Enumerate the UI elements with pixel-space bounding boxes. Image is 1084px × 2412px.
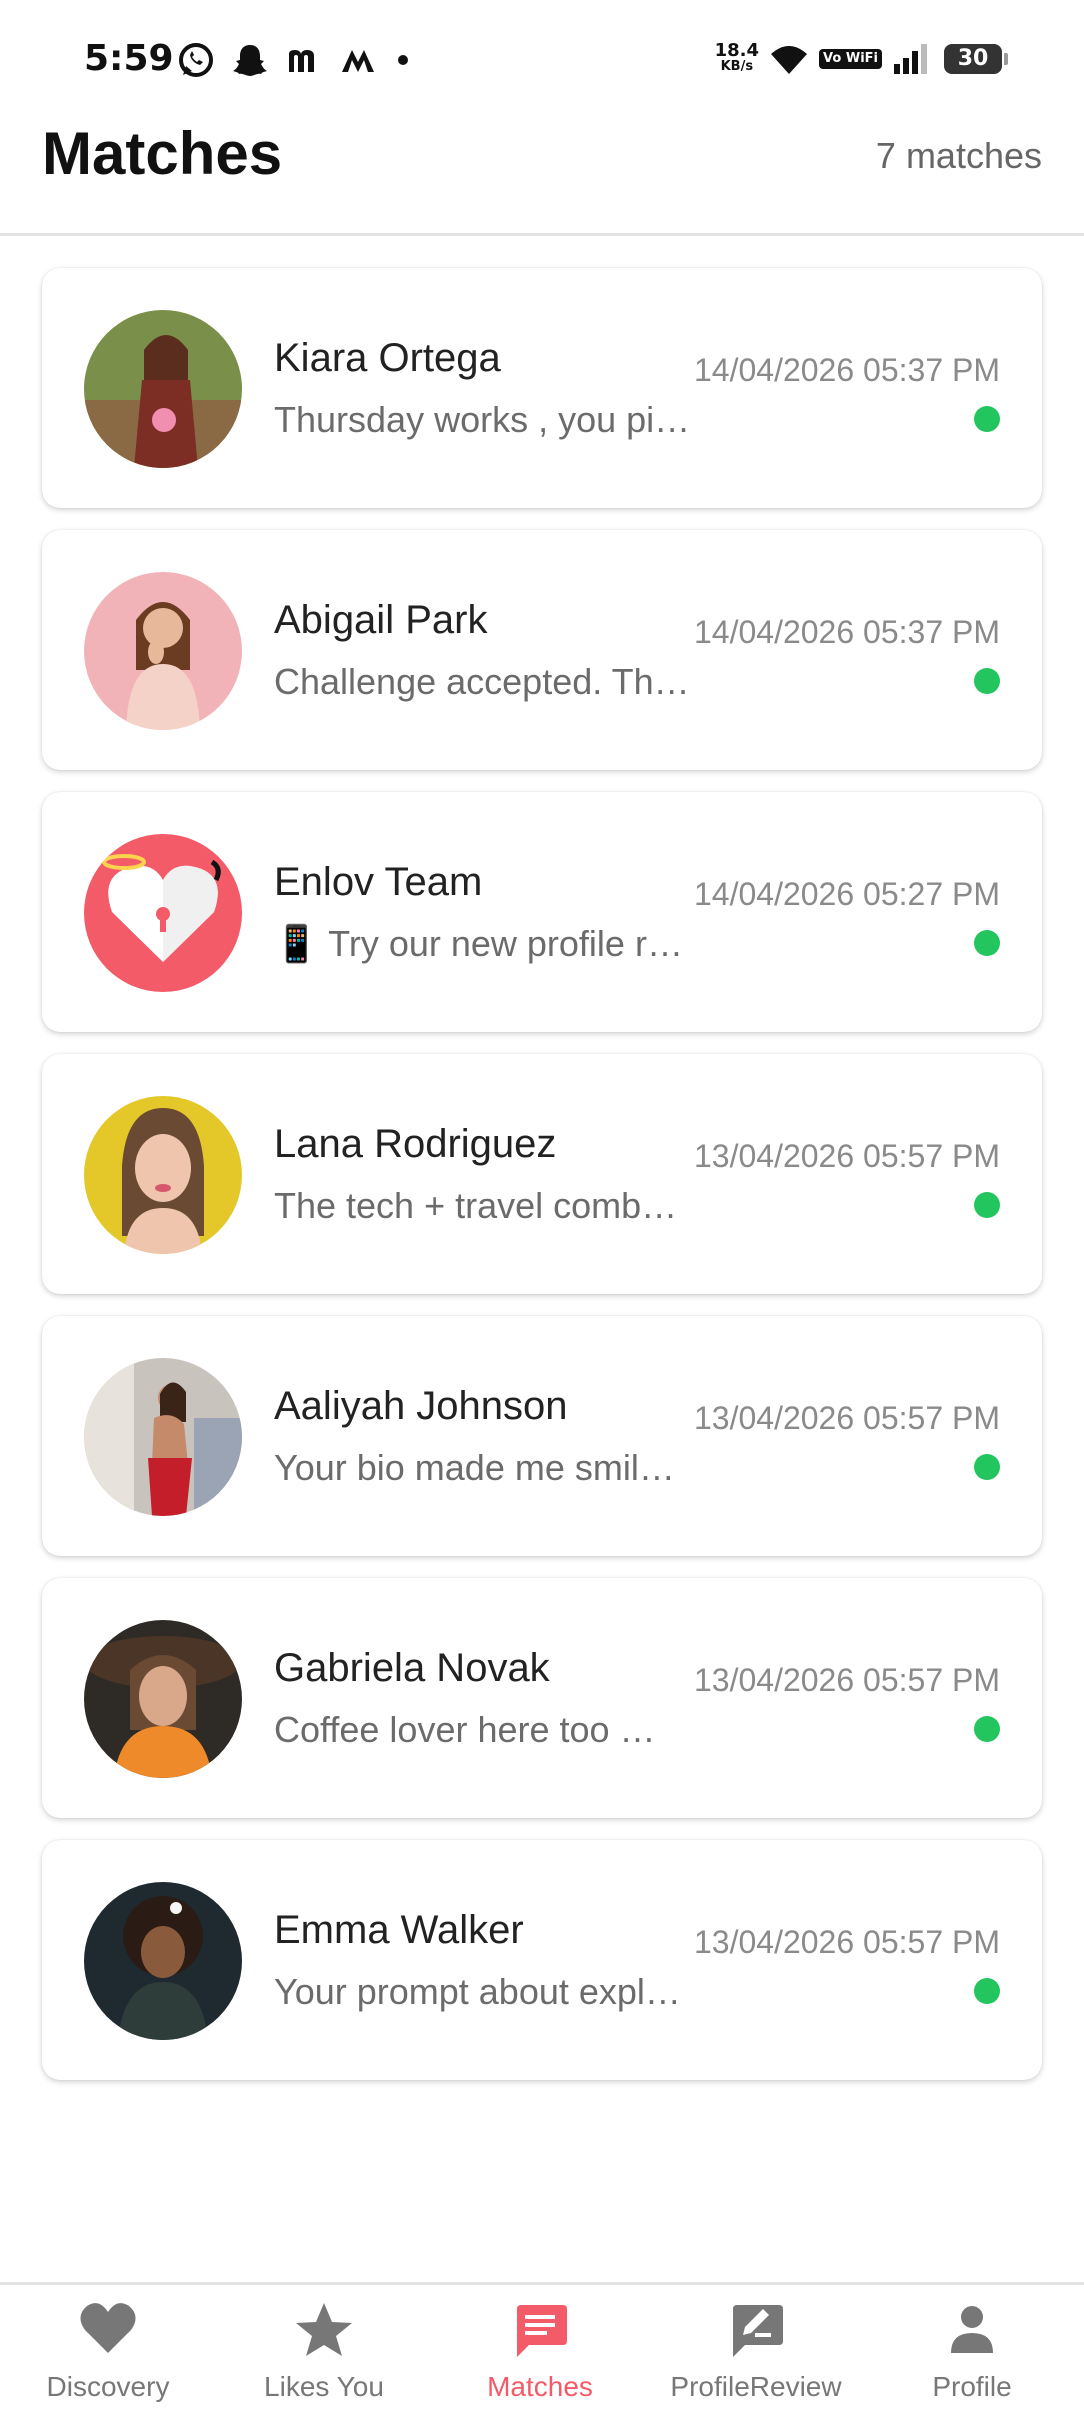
match-card-gabriela-novak[interactable]: Gabriela Novak Coffee lover here too … 1… <box>42 1578 1042 1818</box>
network-speed-unit: KB/s <box>720 59 754 74</box>
message-preview: Thursday works , you pi… <box>274 399 691 440</box>
avatar[interactable] <box>84 1620 242 1778</box>
online-status-dot <box>974 1192 1000 1218</box>
whatsapp-icon <box>179 43 213 77</box>
message-preview: Your bio made me smil… <box>274 1447 675 1488</box>
match-card-aaliyah-johnson[interactable]: Aaliyah Johnson Your bio made me smil… 1… <box>42 1316 1042 1556</box>
nav-item-discovery[interactable]: Discovery <box>0 2299 216 2409</box>
match-name: Kiara Ortega <box>274 336 501 380</box>
wifi-icon <box>771 46 808 74</box>
online-status-dot <box>974 930 1000 956</box>
message-preview: 📱 Try our new profile r… <box>274 923 683 964</box>
online-status-dot <box>974 406 1000 432</box>
vowifi-badge: Vo WiFi <box>819 49 882 69</box>
nav-item-profile[interactable]: Profile <box>864 2299 1080 2409</box>
page-header: Matches 7 matches <box>0 120 1084 236</box>
m-app-icon <box>289 50 314 72</box>
heart-icon <box>80 2303 136 2353</box>
nav-label: Matches <box>487 2371 593 2402</box>
nav-label: Profile <box>932 2371 1012 2402</box>
chat-icon <box>517 2305 567 2357</box>
online-status-dot <box>974 1978 1000 2004</box>
online-status-dot <box>974 1454 1000 1480</box>
bottom-navigation: Discovery Likes You Matches ProfileRevie… <box>0 2282 1084 2412</box>
network-speed-value: 18.4 <box>714 40 760 61</box>
avatar[interactable] <box>84 310 242 468</box>
message-time: 14/04/2026 05:37 PM <box>693 614 1000 650</box>
match-count: 7 matches <box>875 135 1042 176</box>
match-list: Kiara Ortega Thursday works , you pi… 14… <box>42 268 1042 2102</box>
avatar[interactable] <box>84 1882 242 2040</box>
system-icons: 18.4 KB/s Vo WiFi 30 <box>714 40 1008 76</box>
message-time: 13/04/2026 05:57 PM <box>693 1662 1000 1698</box>
avatar[interactable] <box>84 1358 242 1516</box>
more-notifications-dot <box>398 55 408 65</box>
match-name: Abigail Park <box>274 598 488 642</box>
match-card-kiara-ortega[interactable]: Kiara Ortega Thursday works , you pi… 14… <box>42 268 1042 508</box>
signal-icon <box>894 44 927 74</box>
notification-icons <box>176 40 408 80</box>
message-preview: Your prompt about expl… <box>274 1971 681 2012</box>
nav-label: Discovery <box>46 2371 170 2402</box>
avatar[interactable] <box>84 834 242 992</box>
nav-item-likes-you[interactable]: Likes You <box>216 2299 432 2409</box>
matches-screen: 5:59 18.4 KB/s Vo WiFi 30 Matches 7 matc… <box>0 0 1084 2412</box>
battery-indicator: 30 <box>944 44 1008 74</box>
match-card-emma-walker[interactable]: Emma Walker Your prompt about expl… 13/0… <box>42 1840 1042 2080</box>
avatar[interactable] <box>84 1096 242 1254</box>
message-preview: The tech + travel comb… <box>274 1185 678 1226</box>
avatar[interactable] <box>84 572 242 730</box>
message-time: 13/04/2026 05:57 PM <box>693 1400 1000 1436</box>
nav-label: Likes You <box>264 2371 384 2402</box>
person-icon <box>951 2306 993 2353</box>
message-preview: Challenge accepted. Th… <box>274 661 690 702</box>
status-time: 5:59 <box>84 38 174 79</box>
nav-item-matches[interactable]: Matches <box>432 2299 648 2409</box>
m-app-icon-2 <box>342 50 374 72</box>
match-card-abigail-park[interactable]: Abigail Park Challenge accepted. Th… 14/… <box>42 530 1042 770</box>
message-time: 13/04/2026 05:57 PM <box>693 1138 1000 1174</box>
match-name: Aaliyah Johnson <box>274 1384 568 1428</box>
online-status-dot <box>974 668 1000 694</box>
page-title: Matches <box>42 120 283 187</box>
match-name: Gabriela Novak <box>274 1646 550 1690</box>
online-status-dot <box>974 1716 1000 1742</box>
network-speed: 18.4 KB/s <box>714 40 760 75</box>
edit-icon <box>733 2305 783 2357</box>
message-time: 13/04/2026 05:57 PM <box>693 1924 1000 1960</box>
star-icon <box>296 2303 352 2356</box>
message-time: 14/04/2026 05:27 PM <box>693 876 1000 912</box>
nav-item-profile-review[interactable]: ProfileReview <box>648 2299 864 2409</box>
nav-label: ProfileReview <box>670 2371 842 2402</box>
match-card-lana-rodriguez[interactable]: Lana Rodriguez The tech + travel comb… 1… <box>42 1054 1042 1294</box>
match-name: Lana Rodriguez <box>274 1122 557 1166</box>
snapchat-icon <box>233 45 267 76</box>
match-name: Emma Walker <box>274 1908 524 1952</box>
status-bar: 5:59 18.4 KB/s Vo WiFi 30 <box>0 0 1084 120</box>
match-name: Enlov Team <box>274 860 483 904</box>
message-time: 14/04/2026 05:37 PM <box>693 352 1000 388</box>
match-card-enlov-team[interactable]: Enlov Team 📱 Try our new profile r… 14/0… <box>42 792 1042 1032</box>
message-preview: Coffee lover here too … <box>274 1709 656 1750</box>
